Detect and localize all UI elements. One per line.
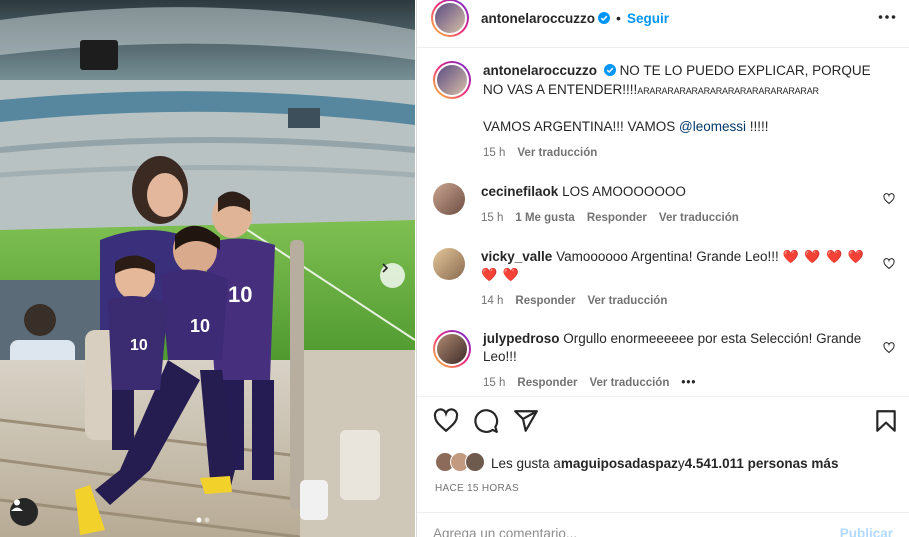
post-sidebar: antonelaroccuzzo • Seguir antonelaroccuz… [416,0,909,537]
likes-prefix: Les gusta a [491,455,561,471]
author-username[interactable]: antonelaroccuzzo [481,11,595,26]
verified-badge-icon [598,12,611,24]
comment-item: cecinefilaok LOS AMOOOOOOO 15 h 1 Me gus… [433,183,903,227]
next-photo-button[interactable] [380,263,405,288]
comment-text: LOS AMOOOOOOO [562,184,686,199]
chevron-right-icon [382,263,389,273]
svg-text:10: 10 [130,337,148,354]
reply-button[interactable]: Responder [515,292,575,310]
svg-text:10: 10 [190,316,210,336]
actions-divider [417,396,909,397]
commenter-username[interactable]: vicky_valle [481,249,552,264]
caption-tail: ARARARARARARARARARARARARARARAR [637,86,819,96]
follow-button[interactable]: Seguir [627,11,669,26]
comment-box-divider [417,512,909,513]
user-tag-icon [11,499,23,511]
tagged-users-button[interactable] [10,498,38,526]
post-actions [433,408,899,436]
translate-link[interactable]: Ver traducción [659,209,739,227]
commenter-avatar[interactable] [433,183,465,215]
heart-icon[interactable] [433,408,459,434]
comment-item: julypedroso Orgullo enormeeeeee por esta… [433,330,903,392]
caption-author-avatar[interactable] [433,61,471,99]
translate-link[interactable]: Ver traducción [589,374,669,392]
liker-username[interactable]: maguiposadaspaz [561,456,678,471]
post-age[interactable]: HACE 15 HORAS [435,483,519,494]
comment-likes[interactable]: 1 Me gusta [515,209,574,227]
reply-button[interactable]: Responder [517,374,577,392]
comment-timestamp[interactable]: 14 h [481,292,503,310]
caption-username[interactable]: antonelaroccuzzo [483,63,597,78]
mention-link[interactable]: @leomessi [679,119,746,134]
likes-summary: Les gusta a maguiposadaspaz y 4.541.011 … [435,452,838,474]
header-divider [417,47,909,48]
likes-count[interactable]: 4.541.011 personas más [685,456,839,471]
translate-link[interactable]: Ver traducción [587,292,667,310]
commenter-username[interactable]: cecinefilaok [481,184,558,199]
like-comment-heart-icon[interactable] [883,193,895,205]
like-comment-heart-icon[interactable] [883,342,895,354]
author-avatar[interactable] [431,0,469,37]
bookmark-icon[interactable] [873,408,899,434]
post-comment-button[interactable]: Publicar [840,526,893,537]
send-icon[interactable] [513,408,539,434]
post-photo: 10 10 10 [0,0,415,537]
more-horizontal-icon[interactable] [878,14,896,20]
comment-timestamp[interactable]: 15 h [483,374,505,392]
comment-item: vicky_valle Vamoooooo Argentina! Grande … [433,248,903,310]
stadium-photo-illustration: 10 10 10 [0,0,415,537]
reply-button[interactable]: Responder [587,209,647,227]
commenter-avatar[interactable] [433,248,465,280]
comment-options-icon[interactable]: ••• [681,374,696,392]
caption-translate-link[interactable]: Ver traducción [517,144,597,162]
comment-icon[interactable] [473,408,499,434]
separator-dot: • [616,10,621,26]
comment-text: Vamoooooo Argentina! Grande Leo!!! [556,249,779,264]
likes-middle: y [677,455,685,471]
commenter-avatar[interactable] [433,330,471,368]
like-comment-heart-icon[interactable] [883,258,895,270]
heart-emojis: ❤️ ❤️ ❤️ ❤️ [782,249,866,264]
caption-timestamp[interactable]: 15 h [483,144,505,162]
svg-text:10: 10 [228,282,252,307]
add-comment-input[interactable]: Agrega un comentario... [433,526,577,537]
heart-emojis: ❤️ ❤️ [481,267,520,282]
comment-timestamp[interactable]: 15 h [481,209,503,227]
post-header: antonelaroccuzzo • Seguir [417,0,909,37]
caption-line2: VAMOS ARGENTINA!!! VAMOS [483,119,680,134]
commenter-username[interactable]: julypedroso [483,331,560,346]
likers-avatars[interactable] [435,452,489,474]
post-caption: antonelaroccuzzo NO TE LO PUEDO EXPLICAR… [433,61,903,162]
verified-badge-icon [603,64,616,76]
caption-line2-end: !!!!! [746,119,769,134]
